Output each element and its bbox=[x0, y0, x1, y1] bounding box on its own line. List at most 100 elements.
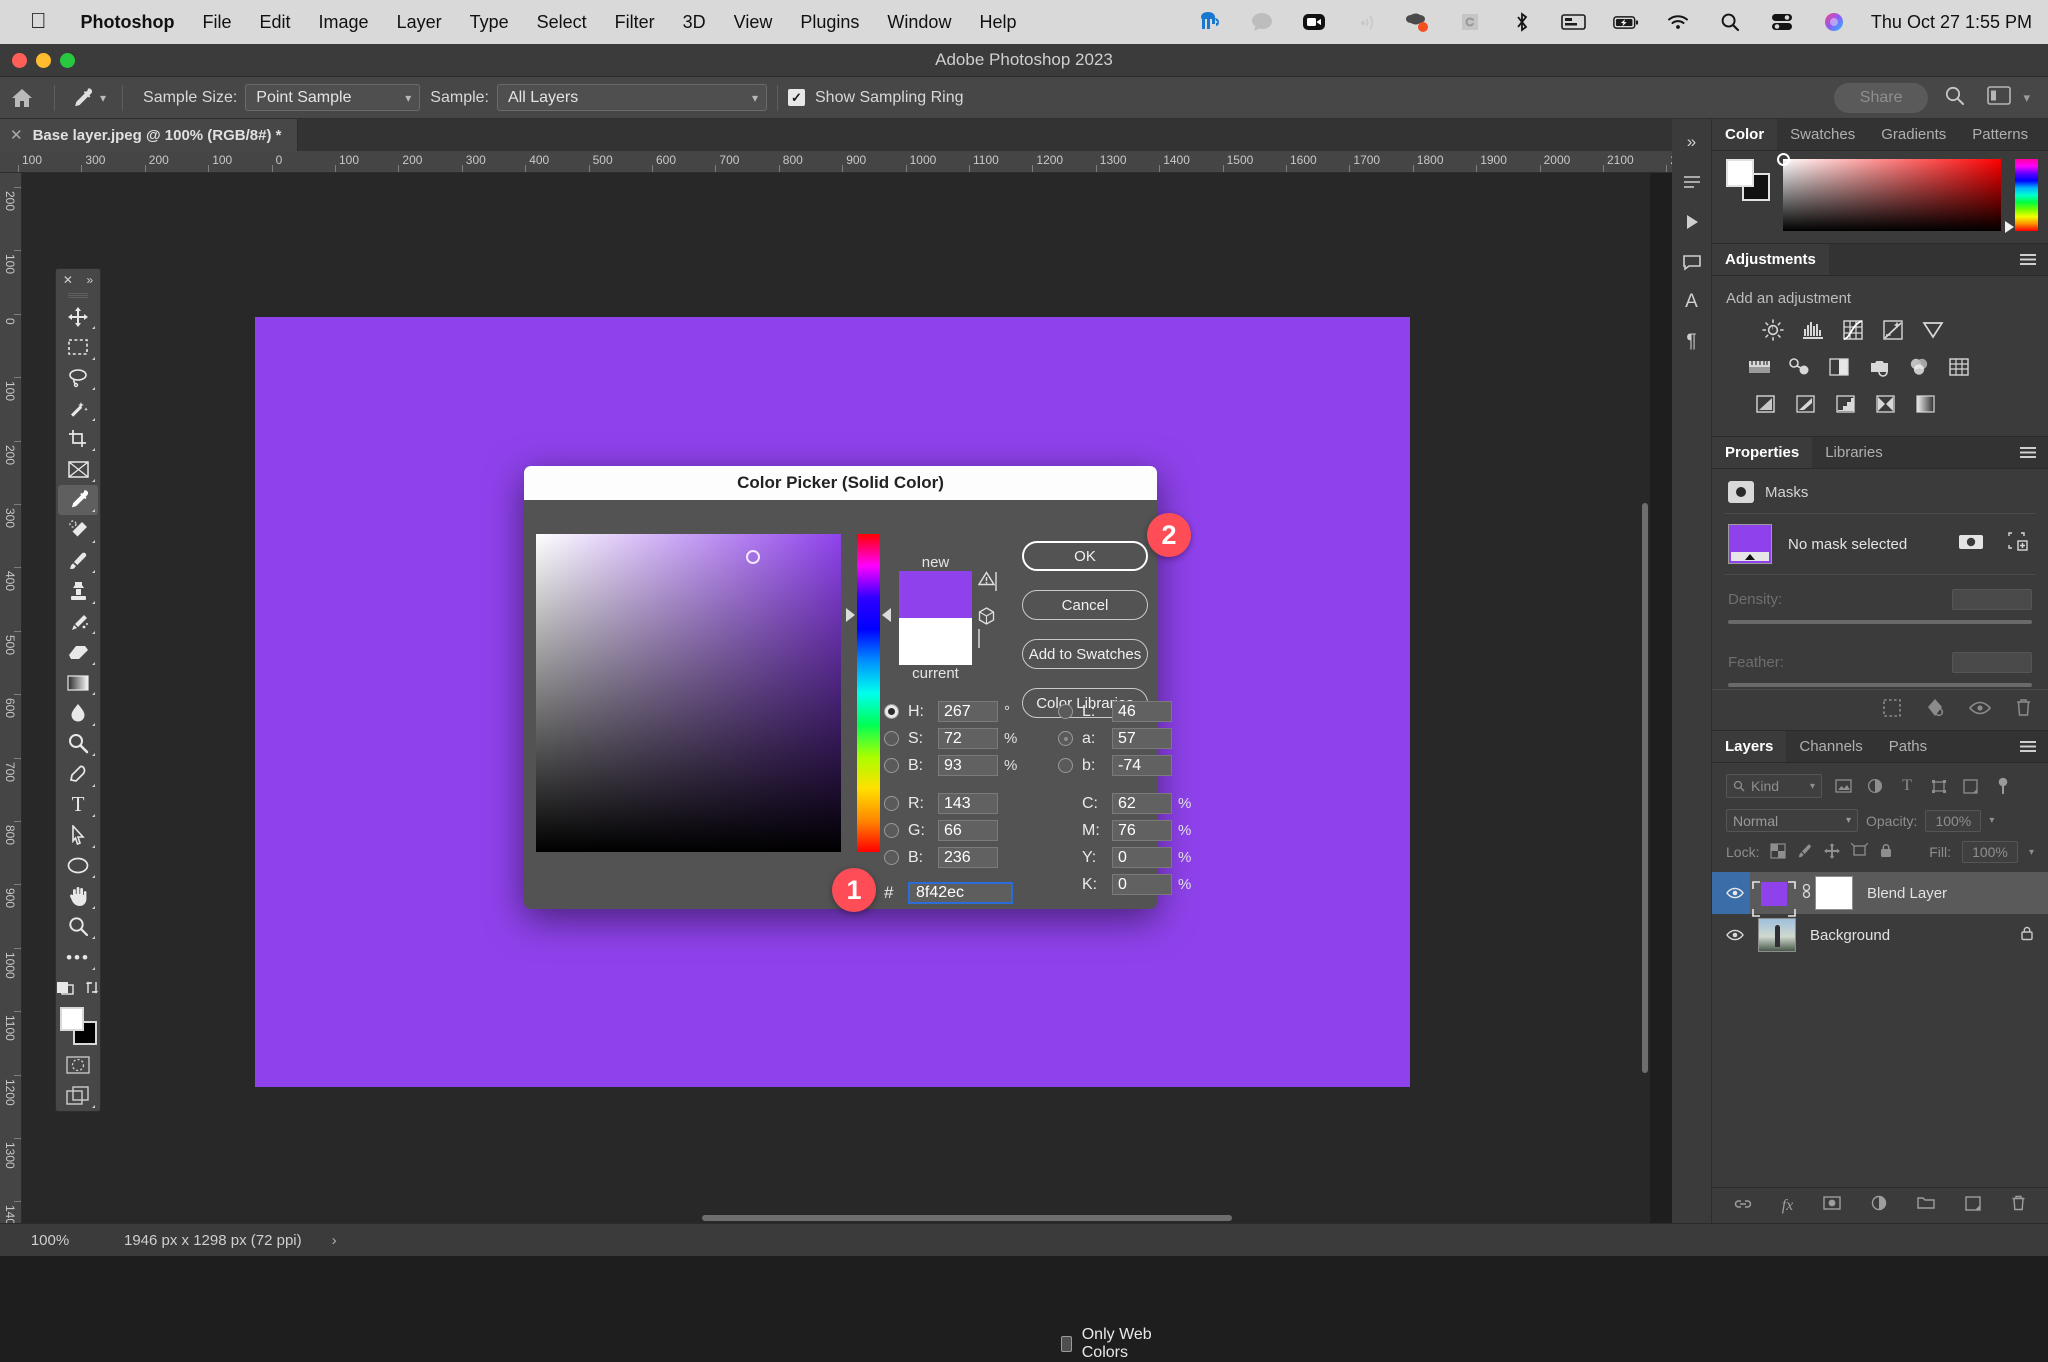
invert-visibility-icon[interactable] bbox=[1969, 701, 1991, 720]
add-to-swatches-button[interactable]: Add to Swatches bbox=[1022, 639, 1148, 669]
feather-row[interactable]: Feather: bbox=[1724, 626, 2036, 689]
horizontal-scrollbar[interactable] bbox=[22, 1213, 1650, 1223]
pen-tool[interactable] bbox=[58, 759, 98, 790]
layer-filter-kind-select[interactable]: Kind ▾ bbox=[1726, 774, 1822, 798]
close-icon[interactable]: ✕ bbox=[63, 273, 73, 287]
yellow-row[interactable]: Y: 0 % bbox=[1058, 844, 1194, 871]
layer-style-icon[interactable]: fx bbox=[1782, 1197, 1794, 1215]
quick-mask-mode-button[interactable] bbox=[58, 1050, 98, 1081]
control-center-icon[interactable] bbox=[1769, 9, 1795, 35]
edit-toolbar-tool[interactable]: ••• bbox=[58, 942, 98, 973]
vertical-scrollbar[interactable] bbox=[1640, 173, 1650, 1213]
only-web-colors-checkbox[interactable] bbox=[1061, 1336, 1072, 1352]
menu-plugins[interactable]: Plugins bbox=[786, 12, 873, 33]
speech-bubble-icon[interactable] bbox=[1249, 9, 1275, 35]
color-lookup-icon[interactable] bbox=[1946, 354, 1972, 380]
sample-size-dropdown[interactable]: Point Sample ▾ bbox=[245, 84, 421, 111]
healing-brush-tool[interactable] bbox=[58, 515, 98, 546]
lab-l-field[interactable]: 46 bbox=[1112, 701, 1172, 722]
new-layer-icon[interactable] bbox=[1965, 1195, 1981, 1216]
menu-type[interactable]: Type bbox=[456, 12, 523, 33]
move-tool[interactable] bbox=[58, 302, 98, 333]
layer-visibility-toggle[interactable] bbox=[1720, 929, 1750, 941]
lock-image-icon[interactable] bbox=[1797, 843, 1813, 862]
foreground-color-swatch[interactable] bbox=[60, 1006, 84, 1031]
search-icon[interactable] bbox=[1717, 9, 1743, 35]
filter-toggle-icon[interactable] bbox=[1992, 775, 2014, 797]
history-brush-tool[interactable] bbox=[58, 607, 98, 638]
blend-mode-select[interactable]: Normal ▾ bbox=[1726, 809, 1858, 832]
new-color-swatch[interactable] bbox=[899, 571, 972, 618]
menu-file[interactable]: File bbox=[188, 12, 245, 33]
menu-select[interactable]: Select bbox=[523, 12, 601, 33]
posterize-icon[interactable] bbox=[1792, 391, 1818, 417]
delete-layer-icon[interactable] bbox=[2011, 1195, 2026, 1216]
selective-color-icon[interactable] bbox=[1872, 391, 1898, 417]
brightness-contrast-icon[interactable] bbox=[1760, 317, 1786, 343]
type-filter-icon[interactable]: T bbox=[1896, 775, 1918, 797]
foreground-color-swatch[interactable] bbox=[1726, 159, 1754, 187]
brightness-radio[interactable] bbox=[884, 758, 899, 773]
layer-name[interactable]: Blend Layer bbox=[1867, 885, 1947, 902]
blue-field[interactable]: 236 bbox=[938, 847, 998, 868]
zoom-level[interactable]: 100% bbox=[0, 1232, 100, 1249]
add-mask-icon[interactable] bbox=[1823, 1196, 1841, 1215]
chevron-down-icon[interactable]: ▾ bbox=[1989, 815, 1994, 826]
menu-photoshop[interactable]: Photoshop bbox=[67, 12, 189, 33]
current-color-swatch[interactable] bbox=[899, 618, 972, 665]
vibrance-icon[interactable] bbox=[1920, 317, 1946, 343]
share-button[interactable]: Share bbox=[1833, 82, 1929, 113]
lab-a-row[interactable]: a: 57 bbox=[1058, 725, 1194, 752]
only-web-colors-row[interactable]: Only Web Colors bbox=[1061, 1326, 1157, 1362]
play-icon[interactable] bbox=[1677, 205, 1707, 239]
zoom-video-icon[interactable] bbox=[1301, 9, 1327, 35]
hand-tool[interactable] bbox=[58, 881, 98, 912]
in-gamut-color-chip[interactable] bbox=[995, 572, 997, 591]
color-ramp-knob[interactable] bbox=[1777, 153, 1791, 166]
history-icon[interactable] bbox=[1677, 165, 1707, 199]
blur-tool[interactable] bbox=[58, 698, 98, 729]
type-tool[interactable]: T bbox=[58, 790, 98, 821]
panel-menu-icon[interactable] bbox=[2008, 731, 2048, 762]
channel-mixer-icon[interactable] bbox=[1906, 354, 1932, 380]
color-ramp[interactable] bbox=[1777, 153, 2001, 231]
keyboard-icon[interactable] bbox=[1561, 9, 1587, 35]
web-safe-warning-icon[interactable] bbox=[978, 607, 1004, 630]
swap-colors-icon[interactable] bbox=[85, 980, 100, 1000]
density-slider[interactable] bbox=[1728, 620, 2032, 624]
rectangular-marquee-tool[interactable] bbox=[58, 332, 98, 363]
lock-transparency-icon[interactable] bbox=[1770, 842, 1787, 862]
color-balance-icon[interactable] bbox=[1786, 354, 1812, 380]
eyedropper-icon[interactable]: ▾ bbox=[65, 87, 112, 109]
gradient-map-icon[interactable] bbox=[1912, 391, 1938, 417]
saturation-radio[interactable] bbox=[884, 731, 899, 746]
red-row[interactable]: R: 143 bbox=[884, 790, 1020, 817]
collapse-icon[interactable]: » bbox=[1677, 125, 1707, 159]
show-sampling-ring-checkbox[interactable]: ✓ bbox=[788, 89, 805, 106]
levels-icon[interactable] bbox=[1800, 317, 1826, 343]
menu-3d[interactable]: 3D bbox=[669, 12, 720, 33]
lock-position-icon[interactable] bbox=[1824, 842, 1841, 862]
menu-window[interactable]: Window bbox=[873, 12, 965, 33]
eyedropper-tool[interactable] bbox=[58, 484, 98, 516]
ellipse-tool[interactable] bbox=[58, 851, 98, 882]
menu-edit[interactable]: Edit bbox=[246, 12, 305, 33]
apple-icon[interactable]:  bbox=[30, 8, 47, 34]
panel-menu-icon[interactable] bbox=[2041, 119, 2048, 150]
mask-link-icon[interactable] bbox=[1801, 883, 1812, 904]
yellow-field[interactable]: 0 bbox=[1112, 847, 1172, 868]
frame-tool[interactable] bbox=[58, 454, 98, 485]
lock-all-icon[interactable] bbox=[1879, 843, 1893, 862]
hex-row[interactable]: # 8f42ec bbox=[884, 879, 1020, 907]
magenta-row[interactable]: M: 76 % bbox=[1058, 817, 1194, 844]
magenta-field[interactable]: 76 bbox=[1112, 820, 1172, 841]
character-icon[interactable]: A bbox=[1677, 285, 1707, 319]
menu-image[interactable]: Image bbox=[305, 12, 383, 33]
hue-marker[interactable] bbox=[2004, 221, 2014, 233]
eraser-tool[interactable] bbox=[58, 637, 98, 668]
airdrop-icon[interactable] bbox=[1353, 9, 1379, 35]
red-field[interactable]: 143 bbox=[938, 793, 998, 814]
exposure-icon[interactable] bbox=[1880, 317, 1906, 343]
wifi-icon[interactable] bbox=[1665, 9, 1691, 35]
lab-a-field[interactable]: 57 bbox=[1112, 728, 1172, 749]
